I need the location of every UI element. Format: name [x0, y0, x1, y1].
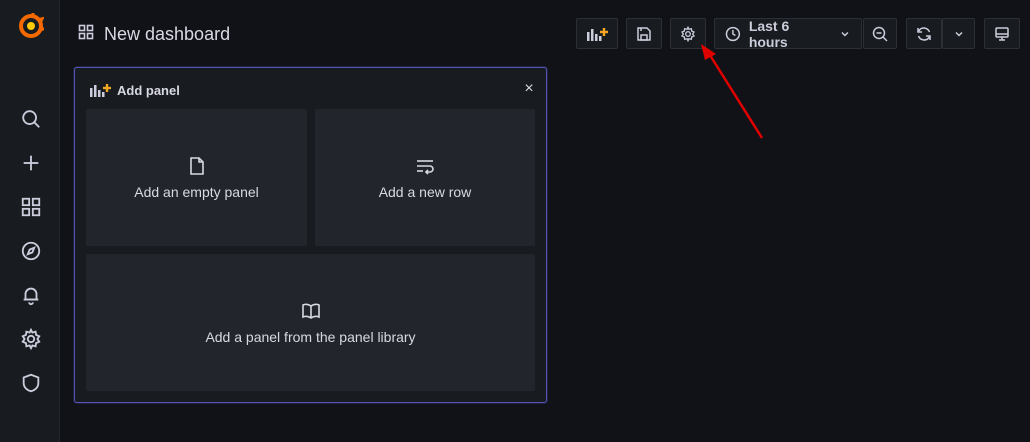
- gear-icon[interactable]: [18, 326, 44, 352]
- book-icon: [301, 303, 320, 319]
- add-new-row-label: Add a new row: [378, 183, 472, 200]
- bell-icon[interactable]: [18, 282, 44, 308]
- tv-mode-button[interactable]: [984, 18, 1020, 49]
- compass-icon[interactable]: [18, 238, 44, 264]
- time-range-label: Last 6 hours: [748, 17, 790, 50]
- add-panel-icon: [587, 27, 608, 41]
- dashboards-icon[interactable]: [18, 194, 44, 220]
- refresh-icon: [917, 26, 931, 41]
- monitor-icon: [995, 26, 1009, 41]
- add-library-panel-button[interactable]: Add a panel from the panel library: [86, 254, 535, 391]
- save-icon: [637, 26, 651, 41]
- grafana-logo-icon[interactable]: [18, 11, 46, 39]
- add-panel-widget: Add panel × Add an empty panel Add a new…: [74, 67, 547, 403]
- add-panel-title: Add panel: [117, 82, 180, 98]
- add-panel-button[interactable]: [576, 18, 618, 49]
- chevron-down-icon: [841, 31, 849, 37]
- add-empty-panel-label: Add an empty panel: [134, 183, 259, 200]
- search-icon[interactable]: [18, 106, 44, 132]
- chevron-down-icon: [954, 31, 963, 37]
- zoom-out-icon: [872, 26, 888, 42]
- clock-icon: [725, 26, 741, 41]
- add-panel-header: Add panel: [89, 82, 180, 98]
- refresh-button[interactable]: [906, 18, 942, 49]
- page-title[interactable]: New dashboard: [104, 24, 230, 45]
- settings-icon: [681, 25, 695, 42]
- sidebar: [0, 0, 60, 442]
- dashboard-title-area: New dashboard: [78, 22, 230, 46]
- file-icon: [189, 156, 204, 175]
- shield-icon[interactable]: [18, 370, 44, 396]
- plus-icon[interactable]: [18, 150, 44, 176]
- dashboard-settings-button[interactable]: [670, 18, 706, 49]
- add-empty-panel-button[interactable]: Add an empty panel: [86, 109, 307, 246]
- add-library-panel-label: Add a panel from the panel library: [205, 328, 416, 345]
- row-icon: [417, 159, 434, 175]
- add-new-row-button[interactable]: Add a new row: [315, 109, 535, 246]
- add-panel-icon: [90, 84, 111, 97]
- time-range-picker[interactable]: Last 6 hours: [714, 17, 862, 50]
- dashboards-grid-icon: [78, 24, 94, 45]
- zoom-out-button[interactable]: [863, 18, 897, 49]
- save-button[interactable]: [626, 18, 662, 49]
- close-icon[interactable]: ×: [522, 81, 536, 97]
- refresh-interval-dropdown[interactable]: [942, 18, 975, 49]
